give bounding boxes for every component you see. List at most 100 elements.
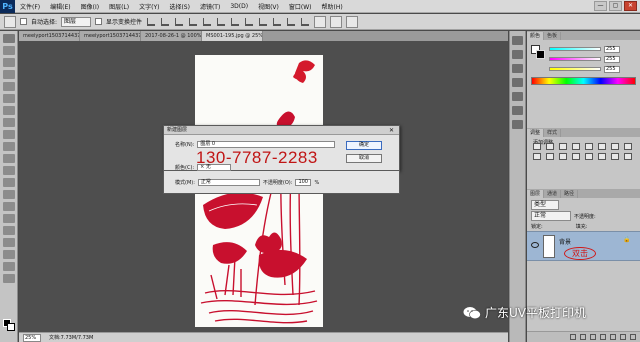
blue-slider[interactable] (549, 67, 601, 71)
align-middle-icon[interactable] (161, 17, 170, 26)
menu-filter[interactable]: 滤镜(T) (195, 2, 225, 11)
brush-panel-icon[interactable] (512, 78, 523, 87)
channel-mixer-icon[interactable] (546, 153, 554, 160)
marquee-tool-icon[interactable] (2, 46, 15, 55)
align-left-icon[interactable] (189, 17, 198, 26)
tab-layers[interactable]: 图层 (527, 190, 545, 198)
zoom-level-field[interactable]: 25% (23, 333, 41, 342)
eraser-tool-icon[interactable] (2, 154, 15, 163)
vibrance-icon[interactable] (585, 143, 593, 150)
menu-layer[interactable]: 图层(L) (104, 2, 134, 11)
shape-tool-icon[interactable] (2, 238, 15, 247)
green-slider[interactable] (549, 57, 601, 61)
history-brush-tool-icon[interactable] (2, 142, 15, 151)
distribute-bottom-icon[interactable] (259, 17, 268, 26)
tab-document-2[interactable]: meeiyport1503714437817.jpg @ 8.33%(R... (80, 31, 141, 41)
green-value[interactable]: 255 (604, 55, 620, 63)
brush-tool-icon[interactable] (2, 118, 15, 127)
3d-object-tool-icon[interactable] (2, 250, 15, 259)
lasso-tool-icon[interactable] (2, 58, 15, 67)
menu-type[interactable]: 文字(Y) (134, 2, 164, 11)
stamp-tool-icon[interactable] (2, 130, 15, 139)
menu-window[interactable]: 窗口(W) (284, 2, 317, 11)
properties-panel-icon[interactable] (512, 50, 523, 59)
tab-swatches[interactable]: 色板 (544, 32, 562, 40)
levels-icon[interactable] (546, 143, 554, 150)
ok-button[interactable]: 确定 (346, 141, 382, 150)
type-tool-icon[interactable] (2, 214, 15, 223)
tab-channels[interactable]: 通道 (544, 190, 562, 198)
delete-layer-icon[interactable] (630, 334, 636, 340)
hue-saturation-icon[interactable] (598, 143, 606, 150)
dialog-close-icon[interactable]: ✕ (389, 126, 394, 135)
layer-kind-filter[interactable]: 类型 (531, 200, 559, 210)
tab-color[interactable]: 颜色 (527, 32, 545, 40)
menu-3d[interactable]: 3D(D) (225, 3, 253, 10)
healing-tool-icon[interactable] (2, 106, 15, 115)
blue-value[interactable]: 255 (604, 65, 620, 73)
cancel-button[interactable]: 取消 (346, 154, 382, 163)
move-tool-preset-icon[interactable] (4, 15, 16, 28)
tab-document-1[interactable]: meeiyport1503714437422.jpg @ 12.7%(C... (19, 31, 80, 41)
menu-view[interactable]: 视图(V) (253, 2, 284, 11)
crop-tool-icon[interactable] (2, 82, 15, 91)
menu-file[interactable]: 文件(F) (15, 2, 45, 11)
background-color-swatch[interactable] (7, 323, 15, 331)
tab-document-active[interactable]: MS001-195.jpg @ 25%(RGB/8#)... (202, 31, 263, 41)
quick-select-tool-icon[interactable] (2, 70, 15, 79)
brightness-icon[interactable] (533, 143, 541, 150)
minimize-button[interactable]: — (594, 1, 607, 11)
color-lookup-icon[interactable] (559, 153, 567, 160)
color-panel-background[interactable] (536, 50, 545, 59)
menu-image[interactable]: 图像(I) (76, 2, 104, 11)
close-button[interactable]: ✕ (624, 1, 637, 11)
tab-paths[interactable]: 路径 (561, 190, 579, 198)
path-select-tool-icon[interactable] (2, 226, 15, 235)
distribute-center-icon[interactable] (287, 17, 296, 26)
visibility-eye-icon[interactable] (531, 242, 539, 248)
tab-document-3[interactable]: 2017-08-26-1 @ 100% (图层 1, CMYK... (141, 31, 202, 41)
dodge-tool-icon[interactable] (2, 190, 15, 199)
dialog-opacity-input[interactable]: 100 (295, 179, 312, 186)
align-bottom-icon[interactable] (175, 17, 184, 26)
menu-help[interactable]: 帮助(H) (317, 2, 348, 11)
document-size-info[interactable]: 文档:7.73M/7.73M (49, 334, 93, 341)
layer-row-background[interactable]: 背景 🔒 双击 (527, 231, 640, 261)
gradient-tool-icon[interactable] (2, 166, 15, 175)
distribute-middle-icon[interactable] (245, 17, 254, 26)
menu-edit[interactable]: 编辑(E) (45, 2, 75, 11)
blend-mode-dropdown[interactable]: 正常 (531, 211, 571, 221)
exposure-icon[interactable] (572, 143, 580, 150)
gradient-map-icon[interactable] (611, 153, 619, 160)
pen-tool-icon[interactable] (2, 202, 15, 211)
maximize-button[interactable]: ▢ (609, 1, 622, 11)
auto-select-dropdown[interactable]: 图层 (61, 16, 92, 27)
paragraph-panel-icon[interactable] (512, 106, 523, 115)
mode-dropdown[interactable]: 正常 (197, 179, 260, 186)
link-layers-icon[interactable] (570, 334, 576, 340)
blur-tool-icon[interactable] (2, 178, 15, 187)
hand-tool-icon[interactable] (2, 262, 15, 271)
invert-icon[interactable] (572, 153, 580, 160)
auto-select-checkbox[interactable] (20, 18, 27, 25)
posterize-icon[interactable] (585, 153, 593, 160)
color-panel-swatch[interactable] (531, 45, 545, 59)
new-layer-icon[interactable] (620, 334, 626, 340)
red-value[interactable]: 255 (604, 45, 620, 53)
curves-icon[interactable] (559, 143, 567, 150)
align-top-icon[interactable] (147, 17, 156, 26)
history-panel-icon[interactable] (512, 36, 523, 45)
character-panel-icon[interactable] (512, 92, 523, 101)
3d-roll-icon[interactable] (346, 15, 359, 28)
tab-styles[interactable]: 样式 (544, 129, 562, 137)
zoom-tool-icon[interactable] (2, 274, 15, 283)
threshold-icon[interactable] (598, 153, 606, 160)
black-white-icon[interactable] (624, 143, 632, 150)
red-slider[interactable] (549, 47, 601, 51)
color-swatches[interactable] (3, 319, 15, 331)
photo-filter-icon[interactable] (533, 153, 541, 160)
menu-select[interactable]: 选择(S) (164, 2, 195, 11)
add-mask-icon[interactable] (590, 334, 596, 340)
layer-name[interactable]: 背景 (559, 237, 571, 246)
3d-rotate-icon[interactable] (330, 15, 343, 28)
